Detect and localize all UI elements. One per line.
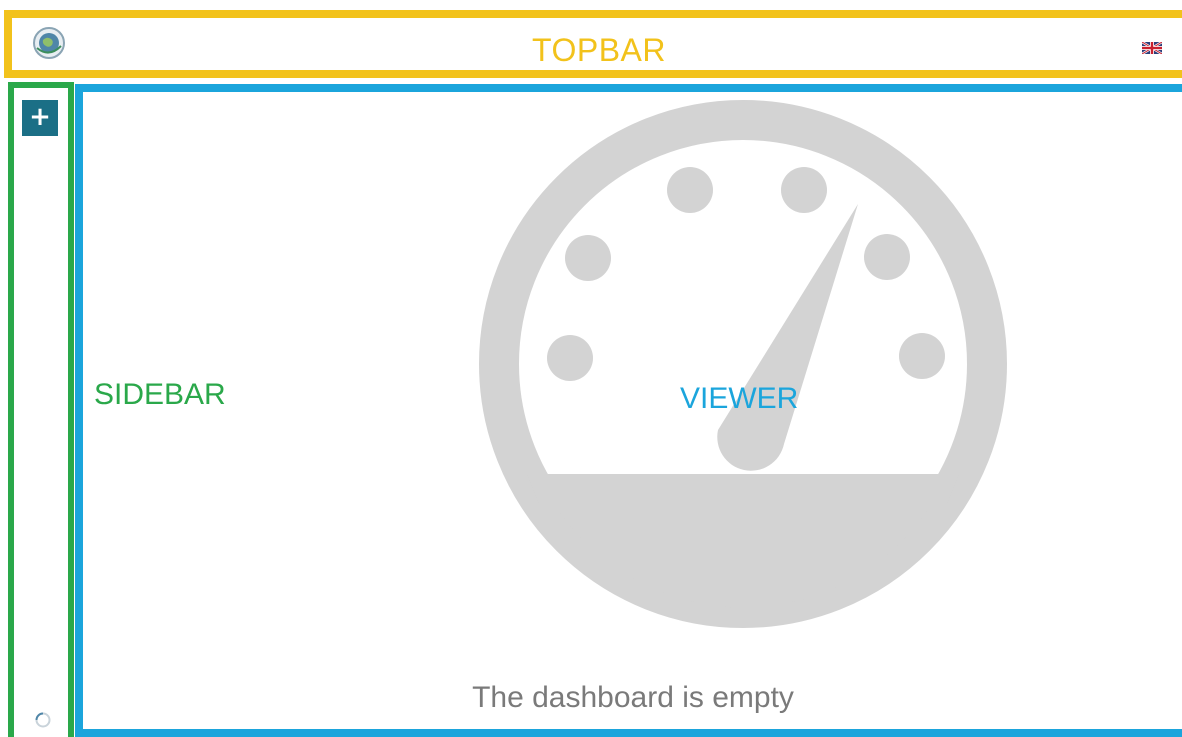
viewer-region-label: VIEWER — [680, 382, 799, 415]
dashboard-page: TOPBAR + The dashboard is empty SIDEBAR … — [0, 0, 1182, 737]
plus-icon: + — [29, 102, 51, 132]
add-widget-button[interactable]: + — [22, 100, 58, 136]
empty-dashboard-message: The dashboard is empty — [472, 681, 794, 714]
viewer: The dashboard is empty — [75, 84, 1182, 737]
sidebar: + — [8, 82, 74, 737]
topbar-region-label: TOPBAR — [532, 32, 666, 68]
uk-flag-icon[interactable] — [1142, 42, 1162, 54]
speedometer-gauge-icon — [479, 100, 1007, 628]
sidebar-region-label: SIDEBAR — [94, 378, 226, 411]
topbar: TOPBAR — [4, 10, 1182, 78]
loading-spinner-icon — [35, 712, 51, 728]
